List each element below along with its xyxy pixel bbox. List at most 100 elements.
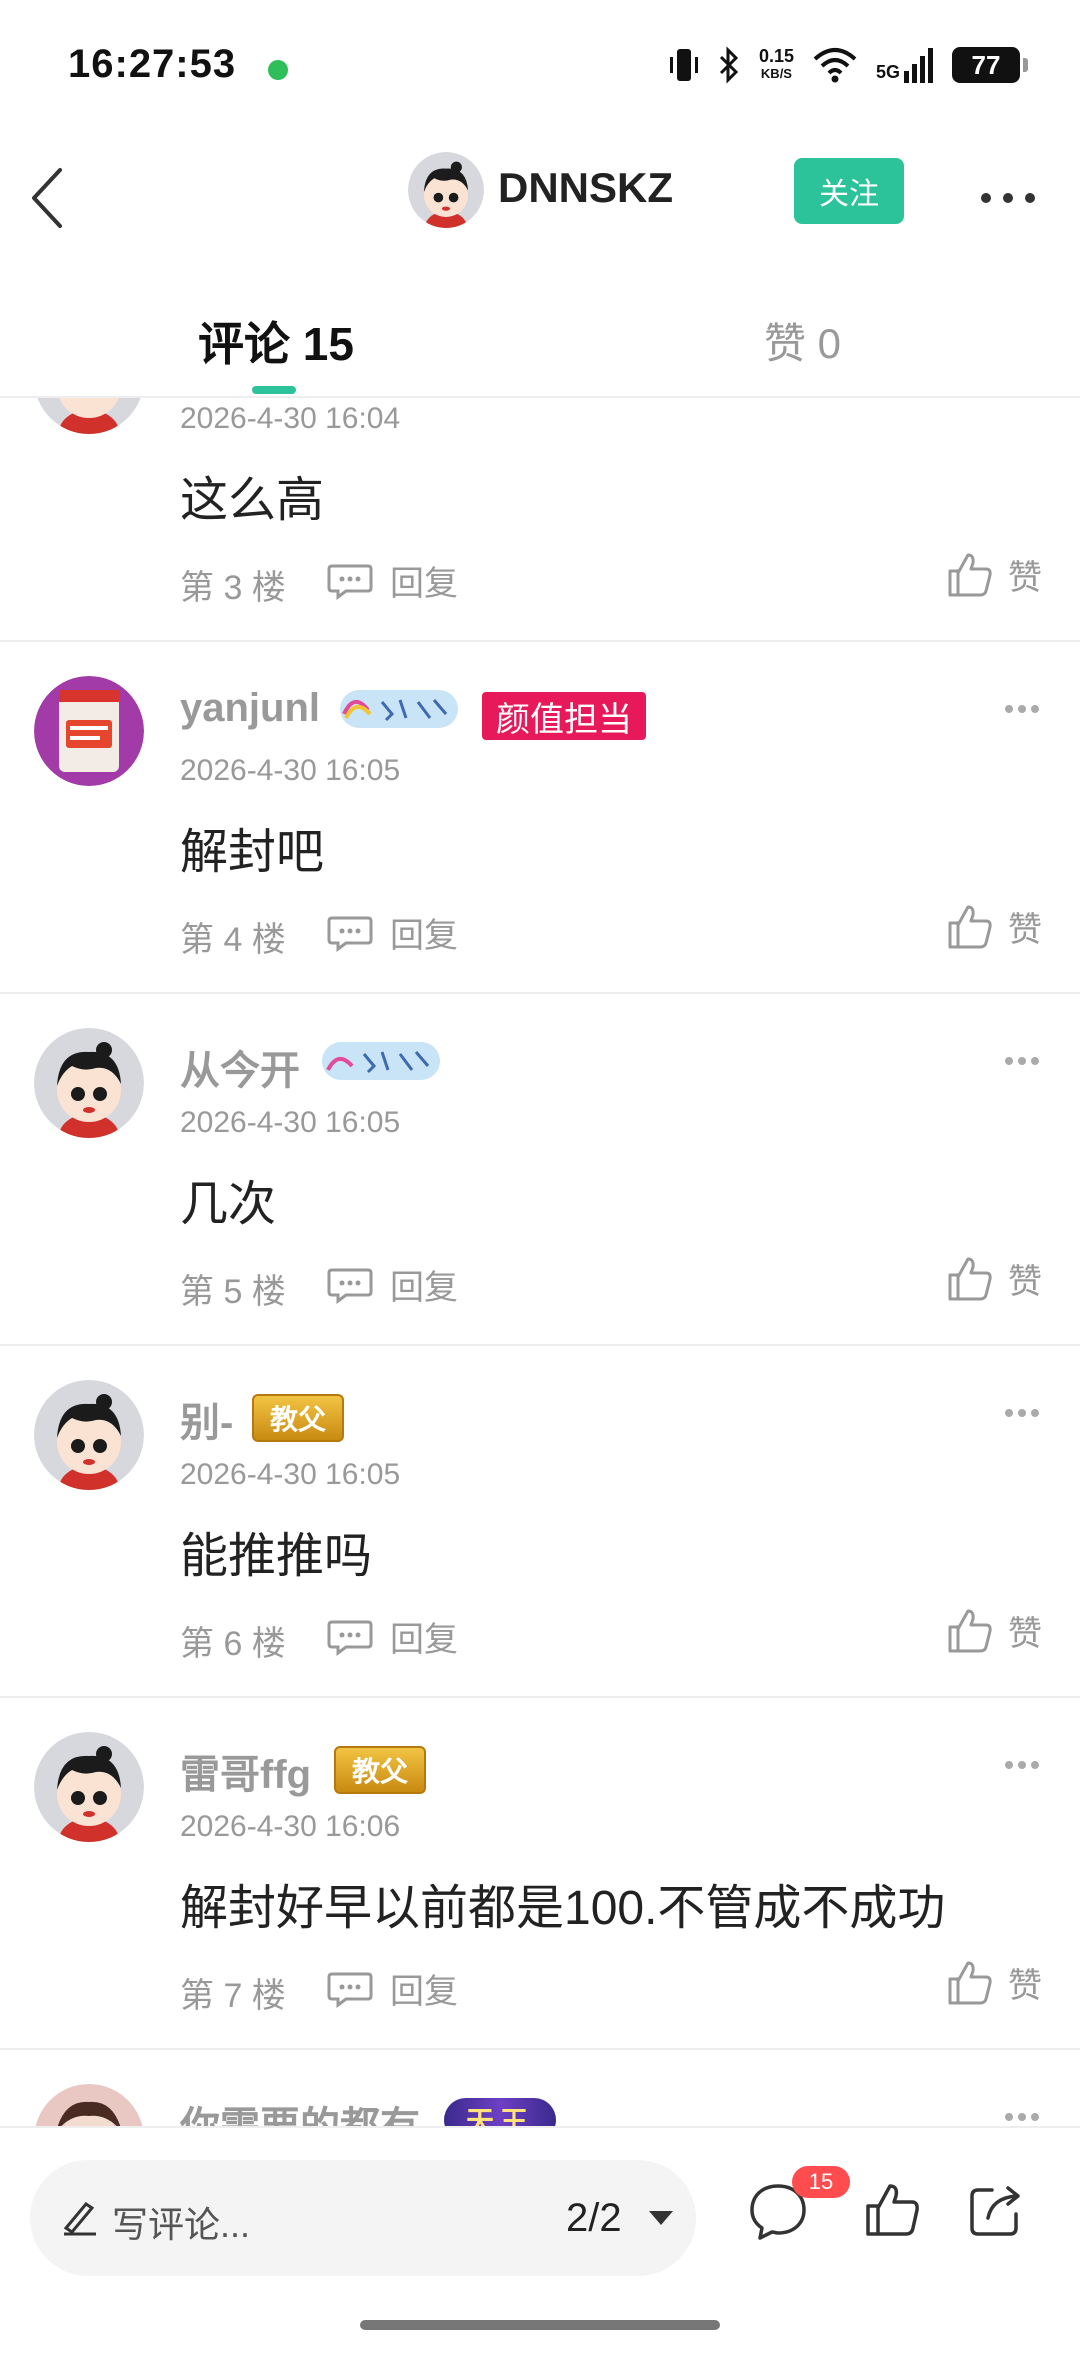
tab-comments[interactable]: 评论 15 — [198, 308, 354, 374]
avatar-image-icon — [35, 2084, 143, 2126]
status-time: 16:27:53 — [68, 42, 237, 86]
reply-label: 回复 — [390, 565, 458, 603]
like-label: 赞 — [1008, 1967, 1042, 2005]
tab-likes[interactable]: 赞 0 — [764, 310, 841, 371]
net-speed: 0.15 KB/S — [759, 47, 794, 83]
reply-button[interactable]: 回复 — [326, 1964, 458, 2013]
title-badge: 教父 — [252, 1394, 345, 1442]
comment-more-icon[interactable] — [1004, 704, 1040, 714]
commenter-name[interactable]: 雷哥ffg — [180, 1742, 311, 1800]
like-label: 赞 — [1008, 559, 1042, 597]
avatar-default-icon — [408, 152, 484, 228]
comment-time: 2026-4-30 16:06 — [180, 1810, 401, 1843]
comment-time: 2026-4-30 16:04 — [180, 402, 401, 435]
comment-item: yanjunl 颜值担当 2026-4-30 16:05 解封吧 第 4 楼 回… — [0, 642, 1080, 994]
avatar-default-icon — [34, 1732, 144, 1842]
commenter-avatar[interactable] — [34, 398, 144, 434]
reply-button[interactable]: 回复 — [326, 556, 458, 605]
reply-label: 回复 — [390, 1621, 458, 1659]
more-options-icon[interactable] — [978, 188, 1038, 208]
page-indicator[interactable]: 2/2 — [566, 2196, 622, 2241]
floor-number: 第 5 楼 — [180, 1273, 286, 1311]
comment-input[interactable]: 写评论... 2/2 — [30, 2160, 696, 2276]
thumbs-up-icon — [948, 1257, 992, 1300]
comment-time: 2026-4-30 16:05 — [180, 1458, 401, 1491]
reply-icon — [327, 1972, 373, 2008]
comment-text: 能推推吗 — [180, 1530, 373, 1583]
avatar-image-icon — [34, 676, 144, 786]
comment-more-icon[interactable] — [1004, 1408, 1040, 1418]
commenter-name[interactable]: 从今开 — [180, 1038, 300, 1096]
avatar-default-icon — [34, 1380, 144, 1490]
bluetooth-icon — [719, 46, 739, 84]
title-badge: 天王 — [444, 2098, 557, 2126]
comment-input-placeholder: 写评论... — [112, 2204, 251, 2245]
commenter-avatar[interactable] — [34, 676, 144, 786]
caret-down-icon[interactable] — [648, 2210, 674, 2226]
commenter-avatar[interactable] — [34, 2084, 144, 2126]
comment-more-icon[interactable] — [1004, 1056, 1040, 1066]
title-badge: 教父 — [334, 1746, 427, 1794]
comment-time: 2026-4-30 16:05 — [180, 1106, 401, 1139]
commenter-name[interactable]: 别- — [180, 1390, 233, 1448]
share-icon[interactable] — [966, 2180, 1026, 2240]
reply-icon — [327, 1268, 373, 1304]
status-icons: 0.15 KB/S 5G 77 — [669, 40, 1028, 90]
thumbs-up-icon — [948, 553, 992, 596]
like-button[interactable]: 赞 — [946, 1958, 1042, 2007]
status-bar: 16:27:53 0.15 KB/S 5G 77 — [0, 0, 1080, 140]
comment-item: 2026-4-30 16:04 这么高 第 3 楼 回复 赞 — [0, 398, 1080, 642]
reply-label: 回复 — [390, 917, 458, 955]
avatar-default-icon — [37, 398, 141, 434]
reply-icon — [327, 1620, 373, 1656]
commenter-avatar[interactable] — [34, 1380, 144, 1490]
comment-more-icon[interactable] — [1004, 2112, 1040, 2122]
home-indicator — [360, 2320, 720, 2330]
level-badge-icon — [322, 1042, 440, 1080]
title-badge: 颜值担当 — [482, 692, 646, 740]
comment-text: 几次 — [180, 1178, 277, 1231]
comment-count-badge: 15 — [792, 2166, 850, 2198]
like-label: 赞 — [1008, 1263, 1042, 1301]
commenter-name[interactable]: yanjunl — [180, 686, 320, 731]
reply-button[interactable]: 回复 — [326, 908, 458, 957]
vibrate-icon — [669, 49, 698, 81]
wifi-icon — [813, 48, 857, 83]
commenter-avatar[interactable] — [34, 1732, 144, 1842]
commenter-avatar[interactable] — [34, 1028, 144, 1138]
pencil-icon — [63, 2202, 96, 2236]
author-name[interactable]: DNNSKZ — [498, 164, 673, 212]
follow-button[interactable]: 关注 — [794, 158, 904, 224]
net-speed-unit: KB/S — [760, 66, 792, 81]
net-speed-value: 0.15 — [758, 46, 794, 66]
like-button[interactable]: 赞 — [946, 1254, 1042, 1303]
back-icon[interactable] — [24, 158, 80, 238]
thumbs-up-icon[interactable] — [862, 2180, 922, 2240]
comment-more-icon[interactable] — [1004, 1760, 1040, 1770]
commenter-name[interactable]: 你需要的都有 — [180, 2094, 420, 2126]
like-button[interactable]: 赞 — [946, 902, 1042, 951]
battery-icon: 77 — [952, 47, 1028, 83]
comment-time: 2026-4-30 16:05 — [180, 754, 401, 787]
like-label: 赞 — [1008, 1615, 1042, 1653]
tab-active-indicator — [252, 386, 296, 394]
thumbs-up-icon — [948, 1609, 992, 1652]
like-button[interactable]: 赞 — [946, 550, 1042, 599]
comment-list[interactable]: 2026-4-30 16:04 这么高 第 3 楼 回复 赞 yanjunl 颜… — [0, 398, 1080, 2126]
network-type: 5G — [875, 62, 900, 82]
author-avatar[interactable] — [408, 152, 484, 228]
floor-number: 第 4 楼 — [180, 921, 286, 959]
like-button[interactable]: 赞 — [946, 1606, 1042, 1655]
reply-label: 回复 — [390, 1269, 458, 1307]
comment-text: 这么高 — [180, 474, 325, 527]
comment-item: 你需要的都有 天王 — [0, 2050, 1080, 2126]
avatar-default-icon — [34, 1028, 144, 1138]
reply-button[interactable]: 回复 — [326, 1260, 458, 1309]
reply-icon — [327, 564, 373, 600]
reply-button[interactable]: 回复 — [326, 1612, 458, 1661]
comment-text: 解封吧 — [180, 826, 325, 879]
floor-number: 第 6 楼 — [180, 1625, 286, 1663]
thumbs-up-icon — [948, 905, 992, 948]
comment-text: 解封好早以前都是100.不管成不成功 — [180, 1882, 946, 1935]
tab-bar: 评论 15 赞 0 — [0, 280, 1080, 398]
